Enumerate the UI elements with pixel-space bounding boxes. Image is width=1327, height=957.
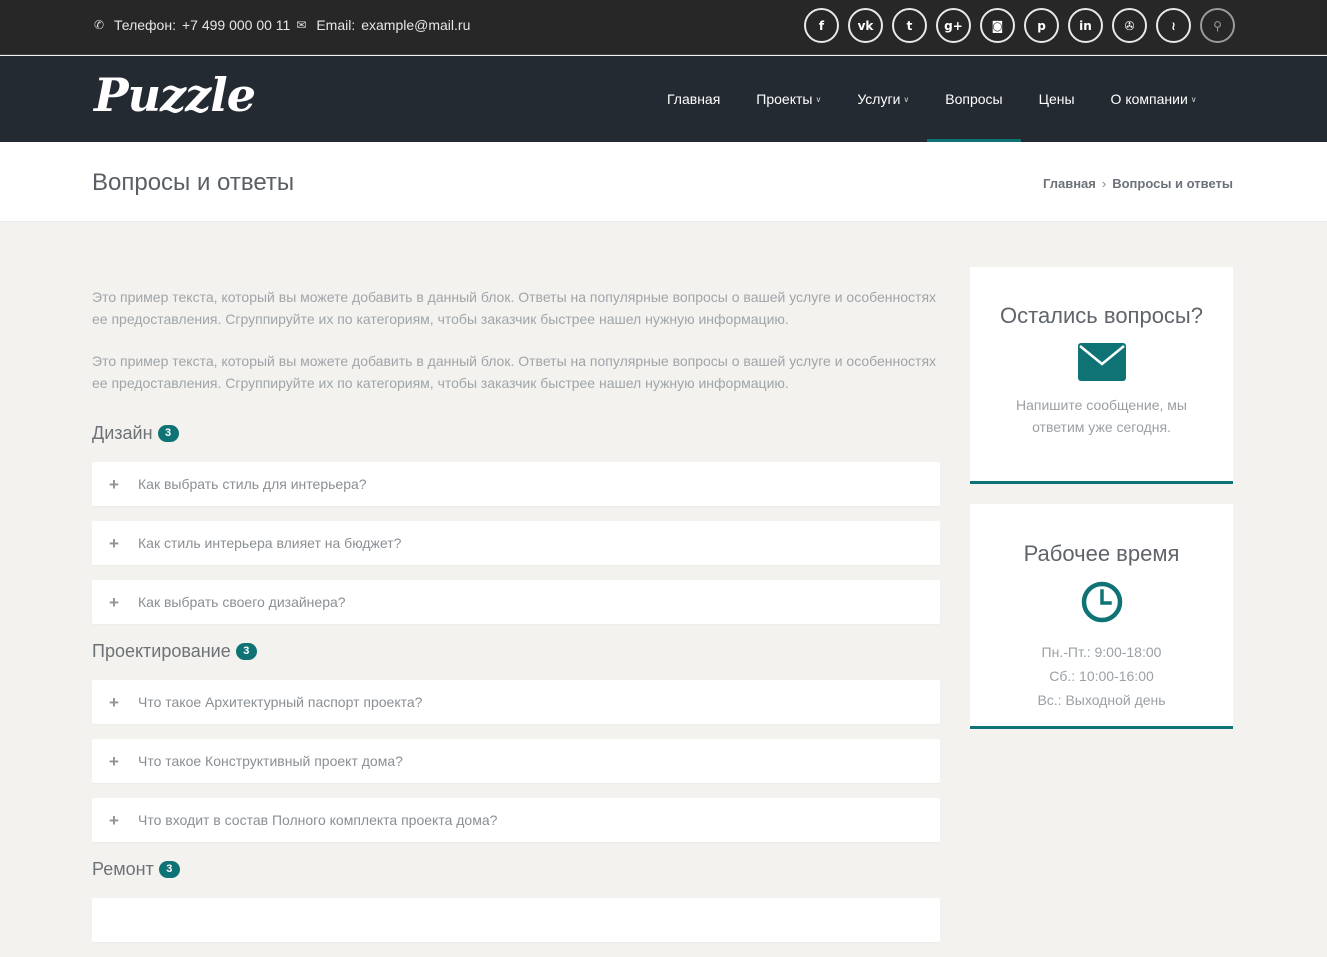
faq-section: Проектирование 3 + Что такое Архитектурный …: [92, 639, 940, 842]
contact-widget: Остались вопросы? Напишите сообщение, мы…: [970, 267, 1233, 484]
faq-question-text: Как выбрать своего дизайнера?: [138, 594, 346, 610]
faq-question[interactable]: + Как стиль интерьера влияет на бюджет?: [92, 521, 940, 565]
faq-question-text: Как стиль интерьера влияет на бюджет?: [138, 535, 402, 551]
email-label: Email:: [316, 17, 356, 33]
contact-widget-title: Остались вопросы?: [1000, 303, 1203, 328]
faq-section-label: Проектирование: [92, 640, 231, 661]
contact-text-line: ответим уже сегодня.: [1032, 419, 1171, 435]
faq-question[interactable]: + Что входит в состав Полного комплекта п…: [92, 798, 940, 842]
pinterest-icon[interactable]: p: [1024, 8, 1059, 43]
faq-section-title: Дизайн 3: [92, 421, 940, 445]
intro-paragraph: Это пример текста, который вы можете доб…: [92, 289, 937, 327]
top-bar: ✆ Телефон: +7 499 000 00 11 ✉ Email: exa…: [0, 0, 1327, 55]
chevron-down-icon: ∨: [1190, 94, 1197, 104]
faq-question-text: Что такое Архитектурный паспорт проекта?: [138, 694, 423, 710]
plus-icon: +: [109, 810, 119, 830]
faq-question[interactable]: [92, 898, 940, 942]
nav-item-label: Главная: [667, 91, 721, 107]
hours-widget-title: Рабочее время: [1023, 541, 1180, 566]
clock-icon: [1081, 581, 1122, 623]
dribbble-icon[interactable]: ✇: [1112, 8, 1147, 43]
faq-question-text: Как выбрать стиль для интерьера?: [138, 476, 367, 492]
nav-item[interactable]: Цены: [1021, 56, 1093, 142]
envelope-icon[interactable]: [1077, 343, 1126, 381]
breadcrumb-home[interactable]: Главная: [1043, 176, 1096, 191]
page-title-bar: Вопросы и ответы Главная › Вопросы и ответ…: [0, 142, 1327, 222]
nav-item[interactable]: Проекты ∨: [738, 56, 839, 142]
phone-label: Телефон:: [114, 17, 176, 33]
site-logo[interactable]: Puzzle: [94, 68, 256, 122]
nav-item-label: Услуги: [857, 91, 901, 107]
nav-item-label: Цены: [1038, 91, 1075, 107]
envelope-small-icon: ✉: [296, 18, 307, 32]
nav-item-label: Вопросы: [945, 91, 1003, 107]
nav-item[interactable]: Вопросы: [927, 56, 1021, 142]
count-badge: 3: [158, 860, 180, 878]
hours-line: Пн.-Пт.: 9:00-18:00: [1041, 644, 1162, 660]
nav-item-label: О компании: [1110, 91, 1188, 107]
plus-icon: +: [109, 474, 119, 494]
faq-section-title: Проектирование 3: [92, 639, 940, 663]
faq-section: Ремонт 3: [92, 857, 940, 942]
breadcrumb: Главная › Вопросы и ответы: [1043, 176, 1233, 191]
instagram-icon[interactable]: ◙: [980, 8, 1015, 43]
faq-section-label: Дизайн: [92, 422, 153, 443]
hours-widget: Рабочее время Пн.-Пт.: 9:00-18:00 Сб.: 1…: [970, 504, 1233, 729]
faq-question[interactable]: + Что такое Конструктивный проект дома?: [92, 739, 940, 783]
faq-question-text: Что такое Конструктивный проект дома?: [138, 753, 403, 769]
contact-widget-text: Напишите сообщение, мы ответим уже сегод…: [970, 394, 1233, 438]
nav-item-label: Проекты: [756, 91, 813, 107]
site-header: Puzzle Главная Проекты ∨ Услуги ∨ Вопросы Цены…: [0, 56, 1327, 142]
faq-question-text: Что входит в состав Полного комплекта пр…: [138, 812, 498, 828]
breadcrumb-current: Вопросы и ответы: [1112, 176, 1233, 191]
intro-paragraph: Это пример текста, который вы можете доб…: [92, 353, 937, 391]
faq-question[interactable]: + Как выбрать своего дизайнера?: [92, 580, 940, 624]
nav-item[interactable]: Главная: [649, 56, 738, 142]
facebook-icon[interactable]: f: [804, 8, 839, 43]
faq-content: Это пример текста, который вы можете доб…: [92, 286, 940, 957]
main-nav: Главная Проекты ∨ Услуги ∨ Вопросы Цены О компа…: [649, 56, 1215, 142]
count-badge: 3: [157, 424, 179, 442]
social-links: f vk t g+ ◙ p in ✇ ≀ ⚲: [804, 8, 1235, 43]
contact-info: ✆ Телефон: +7 499 000 00 11 ✉ Email: exa…: [92, 17, 470, 33]
intro-text: Это пример текста, который вы можете доб…: [92, 286, 940, 394]
count-badge: 3: [235, 642, 257, 660]
plus-icon: +: [109, 692, 119, 712]
google-plus-icon[interactable]: g+: [936, 8, 971, 43]
hours-line: Сб.: 10:00-16:00: [1049, 668, 1154, 684]
hours-list: Пн.-Пт.: 9:00-18:00 Сб.: 10:00-16:00 Вс.…: [970, 640, 1233, 712]
linkedin-icon[interactable]: in: [1068, 8, 1103, 43]
faq-section-title: Ремонт 3: [92, 857, 940, 881]
faq-section: Дизайн 3 + Как выбрать стиль для интерьера?…: [92, 421, 940, 624]
email-link[interactable]: example@mail.ru: [361, 17, 470, 33]
phone-number[interactable]: +7 499 000 00 11: [182, 17, 290, 33]
nav-item[interactable]: Услуги ∨: [839, 56, 927, 142]
plus-icon: +: [109, 751, 119, 771]
rss-icon[interactable]: ≀: [1156, 8, 1191, 43]
plus-icon: +: [109, 533, 119, 553]
twitter-icon[interactable]: t: [892, 8, 927, 43]
phone-icon: ✆: [93, 18, 105, 32]
chevron-down-icon: ∨: [815, 94, 822, 104]
hours-line: Вс.: Выходной день: [1037, 692, 1166, 708]
search-icon[interactable]: ⚲: [1200, 8, 1235, 43]
faq-question[interactable]: + Что такое Архитектурный паспорт проекта…: [92, 680, 940, 724]
contact-text-line: Напишите сообщение, мы: [1016, 397, 1187, 413]
nav-item[interactable]: О компании ∨: [1093, 56, 1215, 142]
breadcrumb-separator: ›: [1101, 176, 1107, 191]
vk-icon[interactable]: vk: [848, 8, 883, 43]
faq-sections: Дизайн 3 + Как выбрать стиль для интерьера?…: [92, 421, 940, 942]
page-title: Вопросы и ответы: [92, 169, 295, 196]
faq-question[interactable]: + Как выбрать стиль для интерьера?: [92, 462, 940, 506]
plus-icon: +: [109, 592, 119, 612]
faq-section-label: Ремонт: [92, 858, 154, 879]
chevron-down-icon: ∨: [903, 94, 910, 104]
